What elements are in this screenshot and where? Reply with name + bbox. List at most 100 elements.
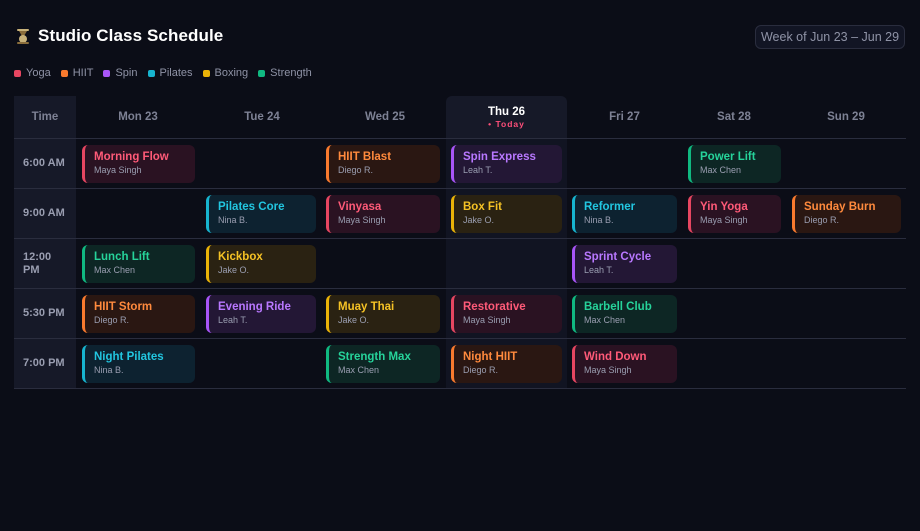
class-trainer: Jake O. [338, 315, 370, 325]
class-trainer: Nina B. [584, 215, 614, 225]
class-card[interactable]: Night Pilates Nina B. [82, 345, 195, 383]
day-header-row: Time Mon 23 Tue 24 Wed 25 Thu 26 • Today… [14, 96, 906, 139]
time-slot-row: 7:00 PM Night Pilates Nina B. Strength M… [14, 339, 906, 389]
time-slot-row: 5:30 PM HIIT Storm Diego R. Evening Ride… [14, 289, 906, 339]
time-slot-row: 9:00 AM Pilates Core Nina B. Vinyasa May… [14, 189, 906, 239]
class-name: Box Fit [463, 201, 502, 213]
class-trainer: Maya Singh [463, 315, 511, 325]
day-header-mon: Mon 23 [118, 111, 158, 123]
class-card[interactable]: Yin Yoga Maya Singh [688, 195, 781, 233]
class-trainer: Leah T. [584, 265, 614, 275]
legend-label: Boxing [214, 67, 249, 79]
class-name: Vinyasa [338, 201, 382, 213]
day-header-tue: Tue 24 [244, 111, 280, 123]
class-name: HIIT Blast [338, 151, 392, 163]
legend-item-boxing: Boxing [202, 67, 249, 79]
class-trainer: Nina B. [218, 215, 248, 225]
class-name: Restorative [463, 301, 526, 313]
class-trainer: Leah T. [218, 315, 248, 325]
legend-swatch [202, 69, 210, 77]
legend-swatch [60, 69, 68, 77]
class-card[interactable]: Box Fit Jake O. [451, 195, 562, 233]
day-header-sun: Sun 29 [827, 111, 865, 123]
class-name: Lunch Lift [94, 251, 150, 263]
legend-swatch [258, 69, 266, 77]
class-card[interactable]: Kickbox Jake O. [206, 245, 316, 283]
class-name: Muay Thai [338, 301, 395, 313]
class-card[interactable]: Reformer Nina B. [572, 195, 677, 233]
time-slot-row: 6:00 AM Morning Flow Maya Singh HIIT Bla… [14, 139, 906, 189]
class-name: Night Pilates [94, 351, 164, 363]
class-card[interactable]: Wind Down Maya Singh [572, 345, 677, 383]
class-trainer: Max Chen [94, 265, 136, 275]
class-trainer: Max Chen [584, 315, 626, 325]
class-card[interactable]: Muay Thai Jake O. [326, 295, 440, 333]
class-card[interactable]: Night HIIT Diego R. [451, 345, 562, 383]
legend-swatch [147, 69, 155, 77]
class-name: Pilates Core [218, 201, 285, 213]
legend-swatch [103, 69, 111, 77]
class-card[interactable]: HIIT Storm Diego R. [82, 295, 195, 333]
day-header-wed: Wed 25 [364, 111, 406, 123]
class-card[interactable]: Vinyasa Maya Singh [326, 195, 440, 233]
day-header-fri: Fri 27 [609, 111, 640, 123]
class-card[interactable]: Barbell Club Max Chen [572, 295, 677, 333]
class-card[interactable]: Morning Flow Maya Singh [82, 145, 195, 183]
class-card[interactable]: Spin Express Leah T. [451, 145, 562, 183]
time-label: 6:00 AM [14, 139, 76, 188]
legend-item-pilates: Pilates [147, 67, 193, 79]
time-label: 12:00 PM [14, 239, 76, 288]
legend-label: Strength [270, 67, 312, 79]
page-title: Studio Class Schedule [38, 26, 224, 45]
class-card[interactable]: Lunch Lift Max Chen [82, 245, 195, 283]
class-trainer: Max Chen [338, 365, 380, 375]
class-card[interactable]: HIIT Blast Diego R. [326, 145, 440, 183]
class-name: Yin Yoga [700, 201, 748, 213]
class-name: Morning Flow [94, 151, 169, 163]
class-card[interactable]: Sprint Cycle Leah T. [572, 245, 677, 283]
class-card[interactable]: Evening Ride Leah T. [206, 295, 316, 333]
today-badge: • Today [488, 118, 525, 129]
class-trainer: Jake O. [218, 265, 250, 275]
kettlebell-icon [14, 27, 32, 45]
class-name: Kickbox [218, 251, 263, 263]
time-slot-row: 12:00 PM Lunch Lift Max Chen Kickbox Jak… [14, 239, 906, 289]
legend-label: HIIT [72, 67, 94, 79]
day-header-thu-today: Thu 26 • Today [446, 96, 567, 138]
legend-label: Spin [115, 67, 138, 79]
class-name: Barbell Club [584, 301, 652, 313]
legend-item-yoga: Yoga [14, 67, 51, 79]
class-trainer: Diego R. [463, 365, 499, 375]
class-card[interactable]: Sunday Burn Diego R. [792, 195, 901, 233]
legend-item-hiit: HIIT [60, 67, 94, 79]
legend-swatch [14, 69, 21, 77]
class-name: Spin Express [463, 151, 536, 163]
class-name: Evening Ride [218, 301, 291, 313]
time-column-header: Time [14, 96, 76, 138]
class-trainer: Maya Singh [584, 365, 632, 375]
schedule-grid: Time Mon 23 Tue 24 Wed 25 Thu 26 • Today… [14, 96, 906, 389]
week-selector-button[interactable]: Week of Jun 23 – Jun 29 [755, 25, 905, 49]
header: Studio Class Schedule [14, 26, 223, 46]
class-card[interactable]: Pilates Core Nina B. [206, 195, 316, 233]
legend-item-strength: Strength [258, 67, 312, 79]
class-trainer: Jake O. [463, 215, 495, 225]
class-card[interactable]: Strength Max Max Chen [326, 345, 440, 383]
class-trainer: Maya Singh [94, 165, 142, 175]
legend-label: Yoga [26, 67, 51, 79]
class-name: Strength Max [338, 351, 411, 363]
class-card[interactable]: Power Lift Max Chen [688, 145, 781, 183]
class-name: HIIT Storm [94, 301, 153, 313]
class-trainer: Maya Singh [338, 215, 386, 225]
class-trainer: Nina B. [94, 365, 124, 375]
class-trainer: Max Chen [700, 165, 742, 175]
class-name: Reformer [584, 201, 636, 213]
class-trainer: Leah T. [463, 165, 493, 175]
day-header-label: Thu 26 [487, 105, 526, 118]
class-card[interactable]: Restorative Maya Singh [451, 295, 562, 333]
legend-label: Pilates [159, 67, 193, 79]
legend-item-spin: Spin [103, 67, 138, 79]
day-header-sat: Sat 28 [717, 111, 751, 123]
class-name: Sprint Cycle [584, 251, 652, 263]
class-trainer: Diego R. [804, 215, 840, 225]
